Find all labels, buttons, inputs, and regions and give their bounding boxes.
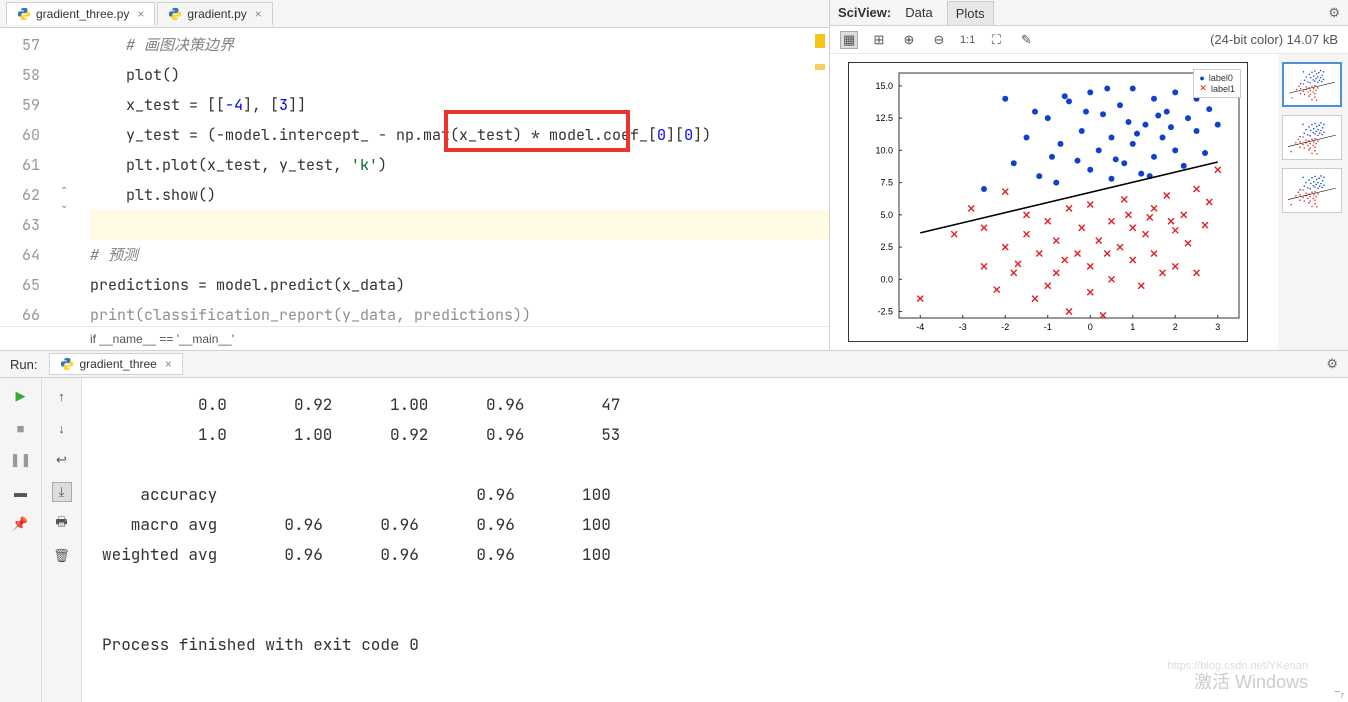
file-tabs-bar: gradient_three.py × gradient.py × bbox=[0, 0, 829, 28]
pin-icon[interactable]: 📌 bbox=[11, 514, 31, 534]
plot-thumbnail[interactable] bbox=[1282, 168, 1342, 213]
plot-thumbnail[interactable] bbox=[1282, 62, 1342, 107]
svg-text:-3: -3 bbox=[959, 322, 967, 332]
zoom-out-icon[interactable]: ⊖ bbox=[930, 32, 948, 48]
close-icon[interactable]: × bbox=[255, 7, 262, 21]
down-icon[interactable]: ↓ bbox=[52, 418, 72, 438]
file-tab-gradient[interactable]: gradient.py × bbox=[157, 2, 272, 25]
code-content[interactable]: # 画图决策边界 plot() x_test = [[-4], [3]] y_t… bbox=[90, 28, 829, 326]
run-label: Run: bbox=[10, 357, 37, 372]
gear-icon[interactable]: ⚙ bbox=[1326, 356, 1338, 372]
svg-text:15.0: 15.0 bbox=[875, 81, 893, 91]
rerun-icon[interactable]: ▶ bbox=[11, 386, 31, 406]
pause-icon[interactable]: ❚❚ bbox=[11, 450, 31, 470]
python-icon bbox=[168, 7, 182, 21]
plot-legend: ●label0 ✕label1 bbox=[1193, 69, 1241, 98]
python-icon bbox=[17, 7, 31, 21]
grid-icon[interactable]: ▦ bbox=[840, 31, 858, 49]
line-number-gutter: 57585960616263646566 bbox=[0, 28, 60, 326]
svg-text:3: 3 bbox=[1215, 322, 1220, 332]
plot-canvas[interactable]: -2.5 0.0 2.5 5.0 7.5 10.0 12.5 15.0 -4 -3 -2 -1 0 1 2 3… bbox=[848, 62, 1248, 342]
gear-icon[interactable]: ⚙ bbox=[1328, 5, 1340, 21]
scroll-end-icon[interactable]: ⤓ bbox=[52, 482, 72, 502]
file-tab-gradient-three[interactable]: gradient_three.py × bbox=[6, 2, 155, 25]
fold-up-icon[interactable]: ⌃ bbox=[60, 186, 68, 197]
sciview-title: SciView: bbox=[838, 5, 891, 20]
code-editor[interactable]: 57585960616263646566 ⌃ ⌄ # 画图决策边界 plot()… bbox=[0, 28, 829, 326]
layout-icon[interactable]: ▬ bbox=[11, 482, 31, 502]
windows-watermark: 激活 Windows bbox=[1194, 668, 1308, 694]
grid2-icon[interactable]: ⊞ bbox=[870, 32, 888, 48]
svg-text:2.5: 2.5 bbox=[880, 242, 893, 252]
svg-text:0.0: 0.0 bbox=[880, 274, 893, 284]
python-icon bbox=[60, 357, 74, 371]
file-tab-label: gradient_three.py bbox=[36, 7, 129, 21]
run-config-tab[interactable]: gradient_three × bbox=[49, 353, 182, 375]
sciview-header: SciView: Data Plots ⚙ bbox=[830, 0, 1348, 26]
sciview-pane: SciView: Data Plots ⚙ ▦ ⊞ ⊕ ⊖ 1:1 ⛶ ✎ (2… bbox=[830, 0, 1348, 350]
color-picker-icon[interactable]: ✎ bbox=[1017, 32, 1035, 48]
run-tool-bar: Run: gradient_three × ⚙ bbox=[0, 350, 1348, 378]
plot-thumbnail[interactable] bbox=[1282, 115, 1342, 160]
fold-down-icon[interactable]: ⌄ bbox=[60, 200, 68, 211]
svg-text:-2.5: -2.5 bbox=[877, 307, 893, 317]
tab-plots[interactable]: Plots bbox=[947, 1, 994, 25]
fit-icon[interactable]: ⛶ bbox=[987, 32, 1005, 48]
console-area: ▶ ■ ❚❚ ▬ 📌 ↑ ↓ ↩ ⤓ 🖶 🗑 0.0 0.92 1.00 0.9… bbox=[0, 378, 1348, 702]
svg-text:-2: -2 bbox=[1001, 322, 1009, 332]
actual-size-icon[interactable]: 1:1 bbox=[960, 34, 975, 46]
svg-text:12.5: 12.5 bbox=[875, 113, 893, 123]
up-icon[interactable]: ↑ bbox=[52, 386, 72, 406]
trash-icon[interactable]: 🗑 bbox=[52, 546, 72, 566]
zoom-in-icon[interactable]: ⊕ bbox=[900, 32, 918, 48]
warning-marker[interactable] bbox=[815, 34, 825, 48]
current-line bbox=[90, 210, 829, 240]
svg-text:10.0: 10.0 bbox=[875, 145, 893, 155]
run-toolbar-left2: ↑ ↓ ↩ ⤓ 🖶 🗑 bbox=[42, 378, 82, 702]
editor-pane: gradient_three.py × gradient.py × 575859… bbox=[0, 0, 830, 350]
plot-thumbnails: −7 bbox=[1278, 54, 1348, 350]
stop-icon[interactable]: ■ bbox=[11, 418, 31, 438]
print-icon[interactable]: 🖶 bbox=[52, 514, 72, 534]
svg-text:7.5: 7.5 bbox=[880, 178, 893, 188]
plot-info-label: (24-bit color) 14.07 kB bbox=[1210, 32, 1338, 47]
plot-main: -2.5 0.0 2.5 5.0 7.5 10.0 12.5 15.0 -4 -3 -2 -1 0 1 2 3… bbox=[830, 54, 1278, 350]
svg-text:2: 2 bbox=[1173, 322, 1178, 332]
svg-text:1: 1 bbox=[1130, 322, 1135, 332]
fold-column: ⌃ ⌄ bbox=[60, 28, 90, 326]
plot-toolbar: ▦ ⊞ ⊕ ⊖ 1:1 ⛶ ✎ (24-bit color) 14.07 kB bbox=[830, 26, 1348, 54]
svg-text:-4: -4 bbox=[916, 322, 924, 332]
svg-text:0: 0 bbox=[1088, 322, 1093, 332]
soft-wrap-icon[interactable]: ↩ bbox=[52, 450, 72, 470]
svg-text:-1: -1 bbox=[1044, 322, 1052, 332]
tab-data[interactable]: Data bbox=[905, 5, 932, 20]
svg-text:5.0: 5.0 bbox=[880, 210, 893, 220]
close-icon[interactable]: × bbox=[137, 7, 144, 21]
warning-stripe[interactable] bbox=[815, 64, 825, 70]
console-output[interactable]: 0.0 0.92 1.00 0.96 47 1.0 1.00 0.92 0.96… bbox=[82, 378, 1348, 702]
file-tab-label: gradient.py bbox=[187, 7, 246, 21]
breadcrumb[interactable]: if __name__ == '__main__' bbox=[0, 326, 829, 350]
close-icon[interactable]: × bbox=[165, 357, 172, 371]
run-toolbar-left: ▶ ■ ❚❚ ▬ 📌 bbox=[0, 378, 42, 702]
